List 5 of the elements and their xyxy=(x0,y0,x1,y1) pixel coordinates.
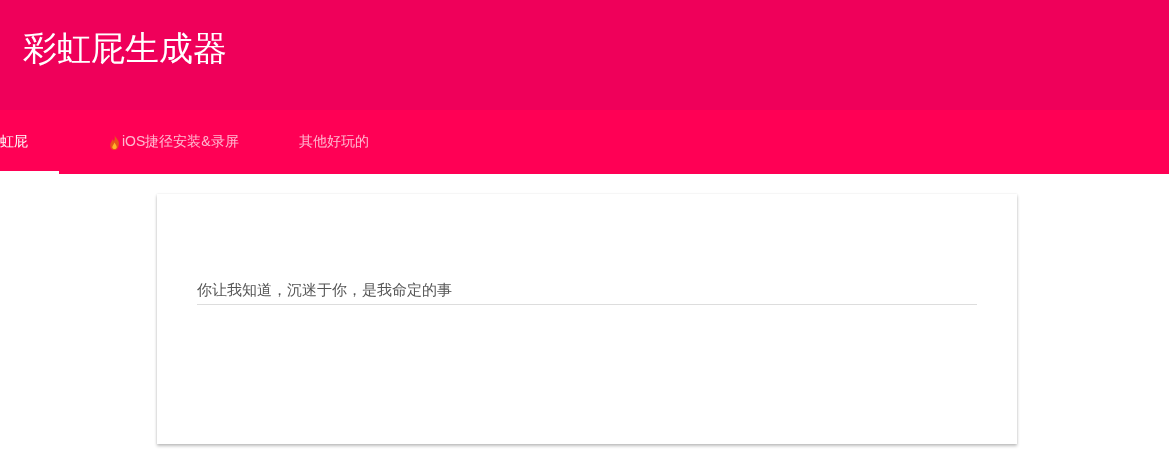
text-field[interactable]: 你让我知道，沉迷于你，是我命定的事 xyxy=(196,278,977,305)
tab[interactable]: 其他好玩的 xyxy=(272,110,395,174)
tab[interactable]: iOS捷径安装&录屏 xyxy=(83,110,265,174)
app-title: 彩虹屁生成器 xyxy=(22,28,227,69)
tab[interactable]: 虹屁 xyxy=(0,110,59,174)
